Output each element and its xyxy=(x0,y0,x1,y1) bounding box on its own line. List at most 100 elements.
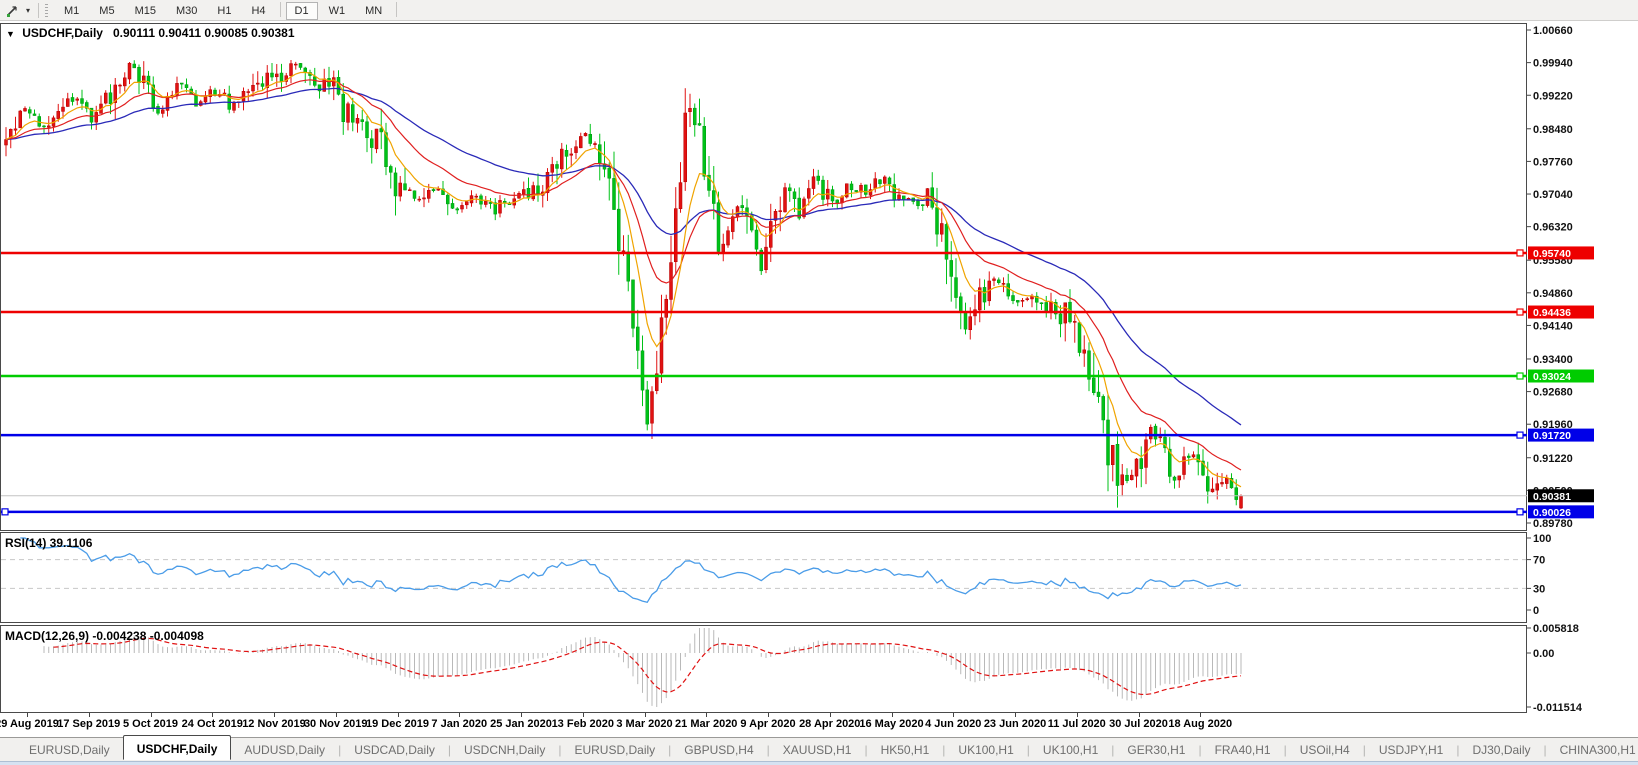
timeframe-button-m1[interactable]: M1 xyxy=(55,2,88,20)
time-tick xyxy=(89,713,90,717)
mt4-window: ▾ M1M5M15M30H1H4 D1W1MN 1.00660 0.99940 0.9… xyxy=(0,0,1638,765)
rsi-line xyxy=(20,538,1241,602)
tab-uk100-h1[interactable]: UK100,H1 xyxy=(945,740,1026,760)
timeframe-button-m15[interactable]: M15 xyxy=(126,2,165,20)
rsi-indicator-label: RSI(14) 39.1106 xyxy=(5,536,92,550)
chart-title: ▼ USDCHF,Daily 0.90111 0.90411 0.90085 0… xyxy=(6,26,295,40)
macd-histogram xyxy=(44,628,1241,707)
svg-text:0.91720: 0.91720 xyxy=(1533,430,1571,442)
tab-xauusd-h1[interactable]: XAUUSD,H1 xyxy=(770,740,865,760)
time-scale[interactable]: 29 Aug 201917 Sep 20195 Oct 201924 Oct 2… xyxy=(0,713,1638,737)
time-tick xyxy=(892,713,893,717)
timeframe-button-d1[interactable]: D1 xyxy=(286,2,318,20)
time-tick xyxy=(583,713,584,717)
svg-text:0.96320: 0.96320 xyxy=(1533,222,1573,234)
chart-area[interactable]: 1.00660 0.99940 0.99220 0.98480 0.97760 0.970… xyxy=(0,21,1638,713)
timeframe-buttons: M1M5M15M30H1H4 D1W1MN xyxy=(54,1,401,19)
svg-text:0.90026: 0.90026 xyxy=(1533,507,1571,519)
draw-tool-icon[interactable] xyxy=(2,2,22,18)
tab-dj30-daily[interactable]: DJ30,Daily xyxy=(1459,740,1543,760)
timeframe-toolbar: ▾ M1M5M15M30H1H4 D1W1MN xyxy=(0,0,1638,21)
time-tick xyxy=(1077,713,1078,717)
time-tick xyxy=(212,713,213,717)
horizontal-line-0.95740[interactable]: 0.95740 xyxy=(1,246,1594,260)
current-price-label: 0.90381 xyxy=(1528,489,1594,503)
tab-usdcnh-daily[interactable]: USDCNH,Daily xyxy=(451,740,558,760)
svg-text:0.95740: 0.95740 xyxy=(1533,248,1571,260)
svg-text:0.94436: 0.94436 xyxy=(1533,307,1571,319)
horizontal-line-0.91720[interactable]: 0.91720 xyxy=(1,429,1594,443)
toolbar-separator xyxy=(396,2,397,17)
price-axis[interactable]: 1.00660 0.99940 0.99220 0.98480 0.97760 0.970… xyxy=(1527,25,1573,530)
tab-uk100-h1[interactable]: UK100,H1 xyxy=(1030,740,1111,760)
timeframe-button-h1[interactable]: H1 xyxy=(208,2,240,20)
svg-text:0.005818: 0.005818 xyxy=(1533,623,1579,635)
svg-text:30: 30 xyxy=(1533,583,1545,595)
time-tick xyxy=(151,713,152,717)
tab-fra40-h1[interactable]: FRA40,H1 xyxy=(1202,740,1284,760)
time-tick xyxy=(274,713,275,717)
ma-mid-line xyxy=(6,80,1241,470)
panel-border xyxy=(1,626,1527,713)
chart-symbol-period: USDCHF,Daily xyxy=(22,26,103,40)
svg-text:0.97040: 0.97040 xyxy=(1533,189,1573,201)
svg-text:0: 0 xyxy=(1533,605,1539,617)
chart-tab-bar: EURUSD,DailyUSDCHF,DailyAUDUSD,Daily|USD… xyxy=(0,737,1638,761)
tab-china300-h1[interactable]: CHINA300,H1 xyxy=(1547,740,1638,760)
svg-text:0.98480: 0.98480 xyxy=(1533,124,1573,136)
timeframe-button-w1[interactable]: W1 xyxy=(320,2,355,20)
tab-audusd-daily[interactable]: AUDUSD,Daily xyxy=(231,740,338,760)
svg-text:0.99940: 0.99940 xyxy=(1533,58,1573,70)
tab-usdchf-daily[interactable]: USDCHF,Daily xyxy=(123,735,232,760)
svg-text:1.00660: 1.00660 xyxy=(1533,25,1573,37)
time-tick xyxy=(1015,713,1016,717)
macd-panel: 0.0058180.00-0.011514 xyxy=(44,623,1583,713)
svg-text:0.93400: 0.93400 xyxy=(1533,354,1573,366)
svg-text:0.91220: 0.91220 xyxy=(1533,453,1573,465)
toolbar-separator xyxy=(38,3,39,18)
time-tick xyxy=(953,713,954,717)
time-label: 18 Aug 2020 xyxy=(1155,718,1245,730)
tab-eurusd-daily[interactable]: EURUSD,Daily xyxy=(16,740,123,760)
timeframe-button-m5[interactable]: M5 xyxy=(90,2,123,20)
tool-dropdown-caret-icon[interactable]: ▾ xyxy=(22,6,34,15)
time-tick xyxy=(830,713,831,717)
time-tick xyxy=(706,713,707,717)
tab-gbpusd-h4[interactable]: GBPUSD,H4 xyxy=(671,740,766,760)
tab-usoil-h4[interactable]: USOil,H4 xyxy=(1287,740,1363,760)
timeframe-button-mn[interactable]: MN xyxy=(356,2,391,20)
svg-text:0.93024: 0.93024 xyxy=(1533,371,1571,383)
toolbar-separator xyxy=(280,2,281,17)
horizontal-line-0.90026[interactable]: 0.90026 xyxy=(1,505,1594,519)
time-tick xyxy=(27,713,28,717)
time-tick xyxy=(645,713,646,717)
time-tick xyxy=(398,713,399,717)
horizontal-line-0.93024[interactable]: 0.93024 xyxy=(1,370,1594,384)
horizontal-line-0.94436[interactable]: 0.94436 xyxy=(1,306,1594,320)
rsi-panel: 10070300 xyxy=(1,533,1551,617)
tab-hk50-h1[interactable]: HK50,H1 xyxy=(868,740,943,760)
ma-fast-line xyxy=(6,72,1241,486)
candles xyxy=(5,60,1243,509)
time-tick xyxy=(1139,713,1140,717)
status-bar-edge xyxy=(0,761,1638,765)
time-tick xyxy=(521,713,522,717)
svg-text:0.89780: 0.89780 xyxy=(1533,518,1573,530)
svg-text:0.94140: 0.94140 xyxy=(1533,320,1573,332)
timeframe-button-h4[interactable]: H4 xyxy=(242,2,274,20)
svg-text:0.00: 0.00 xyxy=(1533,648,1554,660)
tab-usdcad-daily[interactable]: USDCAD,Daily xyxy=(341,740,448,760)
time-tick xyxy=(768,713,769,717)
svg-text:100: 100 xyxy=(1533,533,1551,545)
ma-slow-line xyxy=(6,88,1241,425)
svg-text:0.90381: 0.90381 xyxy=(1533,491,1571,503)
toolbar-grip-handle[interactable] xyxy=(45,4,48,17)
timeframe-button-m30[interactable]: M30 xyxy=(167,2,206,20)
tab-usdjpy-h1[interactable]: USDJPY,H1 xyxy=(1366,740,1456,760)
svg-text:0.97760: 0.97760 xyxy=(1533,156,1573,168)
svg-text:0.99220: 0.99220 xyxy=(1533,90,1573,102)
tab-eurusd-daily[interactable]: EURUSD,Daily xyxy=(561,740,668,760)
chart-title-collapse-icon[interactable]: ▼ xyxy=(6,29,15,39)
tab-ger30-h1[interactable]: GER30,H1 xyxy=(1114,740,1198,760)
time-tick xyxy=(1200,713,1201,717)
